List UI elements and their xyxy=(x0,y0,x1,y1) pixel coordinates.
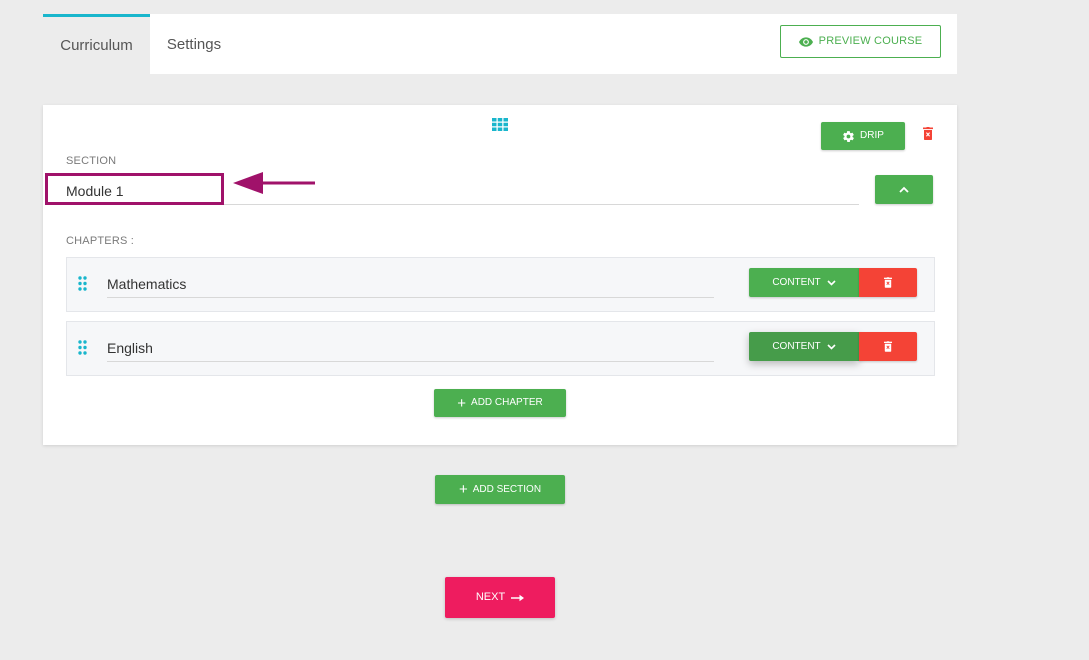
chevron-down-icon xyxy=(827,343,836,350)
add-chapter-button[interactable]: + ADD CHAPTER xyxy=(434,389,566,417)
tab-settings-label: Settings xyxy=(166,35,222,53)
preview-course-button[interactable]: PREVIEW COURSE xyxy=(780,25,941,58)
add-chapter-label: ADD CHAPTER xyxy=(471,397,543,408)
section-card: DRIP SECTION CHAPTERS : CONTENT xyxy=(43,105,957,445)
chapter-name-input[interactable] xyxy=(107,334,714,362)
eye-icon xyxy=(798,36,813,47)
collapse-section-button[interactable] xyxy=(875,175,933,204)
content-label: CONTENT xyxy=(772,340,821,352)
gear-icon xyxy=(843,130,854,142)
add-section-button[interactable]: + ADD SECTION xyxy=(435,475,565,504)
section-label: SECTION xyxy=(66,155,117,167)
chapter-row: CONTENT xyxy=(66,321,935,376)
next-label: NEXT xyxy=(475,591,506,603)
chevron-up-icon xyxy=(899,186,909,193)
chapter-name-input[interactable] xyxy=(107,270,714,298)
content-label: CONTENT xyxy=(772,276,821,288)
content-dropdown-button[interactable]: CONTENT xyxy=(749,268,859,297)
grid-icon[interactable] xyxy=(492,118,508,131)
trash-icon xyxy=(884,341,892,352)
course-header: Curriculum Settings PREVIEW COURSE xyxy=(43,14,957,74)
arrow-left-icon xyxy=(233,172,315,194)
next-button[interactable]: NEXT xyxy=(445,577,555,618)
delete-chapter-button[interactable] xyxy=(859,332,917,361)
trash-icon xyxy=(884,277,892,288)
plus-icon: + xyxy=(458,481,468,498)
add-section-label: ADD SECTION xyxy=(472,483,542,495)
chapters-label: CHAPTERS : xyxy=(66,235,135,247)
drip-button[interactable]: DRIP xyxy=(821,122,905,150)
chapter-row: CONTENT xyxy=(66,257,935,312)
preview-course-label: PREVIEW COURSE xyxy=(818,35,923,47)
drag-handle-icon[interactable] xyxy=(78,340,87,355)
content-dropdown-button[interactable]: CONTENT xyxy=(749,332,859,361)
highlight-box xyxy=(45,173,224,205)
arrow-right-icon xyxy=(511,594,525,601)
tab-curriculum[interactable]: Curriculum xyxy=(43,14,150,74)
tab-settings[interactable]: Settings xyxy=(150,14,238,74)
drag-handle-icon[interactable] xyxy=(78,276,87,291)
drip-label: DRIP xyxy=(860,130,884,141)
chevron-down-icon xyxy=(827,279,836,286)
plus-icon: + xyxy=(457,394,467,412)
delete-chapter-button[interactable] xyxy=(859,268,917,297)
section-trash-icon[interactable] xyxy=(923,127,933,140)
tab-curriculum-label: Curriculum xyxy=(60,37,133,54)
